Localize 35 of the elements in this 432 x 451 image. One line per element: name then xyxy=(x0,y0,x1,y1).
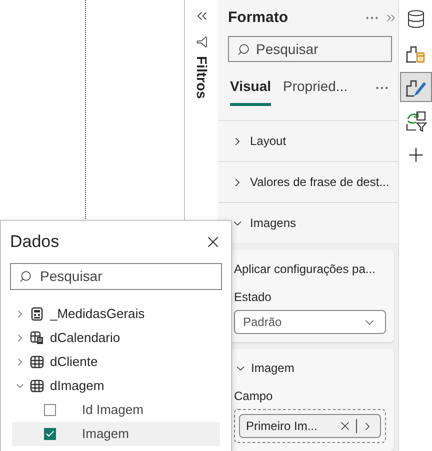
pane-button[interactable] xyxy=(400,72,432,102)
calendar-table-icon xyxy=(30,331,44,345)
table-name: dImagem xyxy=(50,377,104,396)
table-name: _MedidasGerais xyxy=(50,305,145,324)
refresh-filter-icon xyxy=(404,110,426,132)
table-icon xyxy=(30,379,44,393)
field-chip[interactable]: Primeiro Im... xyxy=(239,414,382,438)
search-icon xyxy=(19,270,32,283)
filter-icon xyxy=(196,36,208,48)
search-field[interactable]: Pesquisar xyxy=(10,263,222,290)
field-item[interactable]: Id Imagem xyxy=(12,398,220,422)
table-icon xyxy=(30,355,44,369)
tree-item[interactable]: dImagem xyxy=(1,374,231,398)
search-field[interactable]: Pesquisar xyxy=(228,36,392,62)
field-label: Campo xyxy=(234,388,273,405)
field-label: Estado xyxy=(234,289,272,306)
tree-item[interactable]: dCliente xyxy=(1,350,231,374)
tab[interactable]: Propried... xyxy=(283,76,348,106)
tab[interactable]: Visual xyxy=(230,76,271,106)
filters-label[interactable]: Filtros xyxy=(191,56,212,99)
calculator-table-icon xyxy=(30,307,44,321)
tree-item[interactable]: dCalendario xyxy=(1,326,231,350)
tree-item[interactable]: _MedidasGerais xyxy=(1,302,231,326)
card-title: Imagem xyxy=(251,360,294,377)
database-icon xyxy=(406,9,426,29)
search-icon xyxy=(237,42,250,56)
pane-title: Formato xyxy=(228,8,288,28)
field-item[interactable]: Imagem xyxy=(12,422,220,446)
checkbox[interactable] xyxy=(44,404,56,416)
pane-title: Dados xyxy=(10,231,60,254)
state-dropdown[interactable]: Padrão xyxy=(234,310,386,334)
checkbox[interactable] xyxy=(44,428,56,440)
card-title: Aplicar configurações pa... xyxy=(234,261,376,278)
table-name: dCalendario xyxy=(50,329,120,348)
table-name: dCliente xyxy=(50,353,98,372)
